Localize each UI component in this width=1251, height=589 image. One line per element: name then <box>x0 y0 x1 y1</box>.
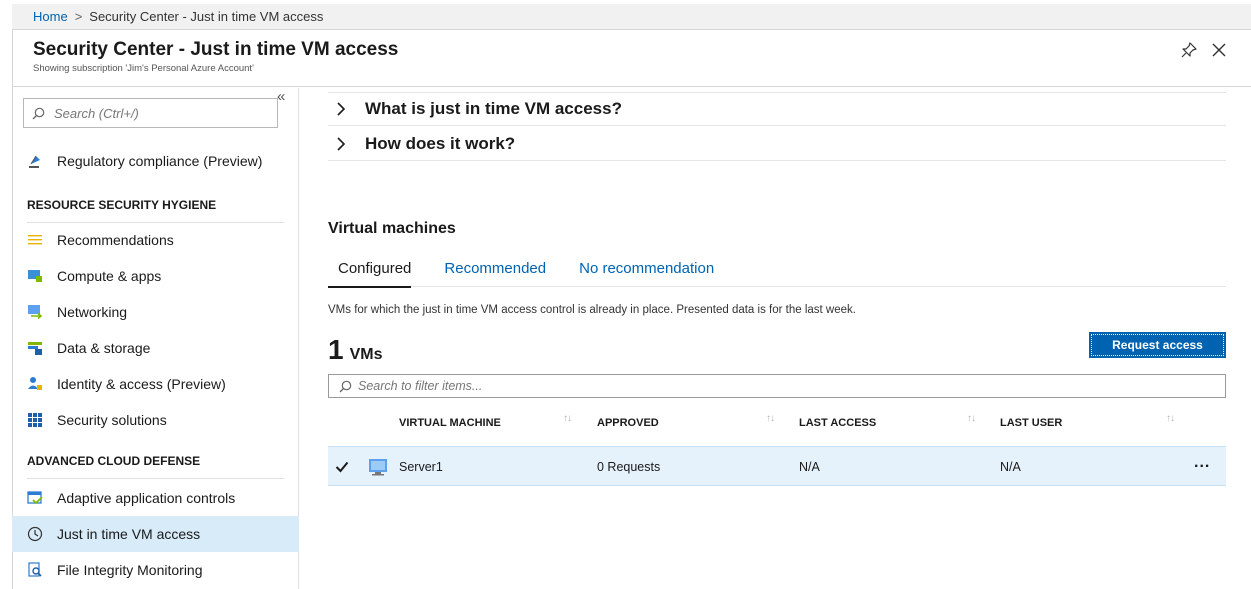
gavel-icon <box>27 153 43 169</box>
sidebar-item-label: File Integrity Monitoring <box>57 562 203 578</box>
breadcrumb-separator: > <box>74 9 83 24</box>
sidebar-item-label: Security solutions <box>57 412 167 428</box>
blade-header: Security Center - Just in time VM access… <box>12 31 1251 87</box>
pin-icon[interactable] <box>1180 41 1198 59</box>
sidebar-item-label: Regulatory compliance (Preview) <box>57 153 263 169</box>
sidebar-item-data-storage[interactable]: Data & storage <box>12 330 299 366</box>
sidebar-item-label: Identity & access (Preview) <box>57 376 226 392</box>
column-header-last-user[interactable]: LAST USER <box>1000 417 1062 429</box>
faq-label: How does it work? <box>365 133 516 153</box>
app-control-icon <box>27 490 43 506</box>
clock-icon <box>27 526 43 542</box>
page-title: Security Center - Just in time VM access <box>33 39 399 60</box>
vm-tabs: Configured Recommended No recommendation <box>328 260 737 288</box>
section-title-virtual-machines: Virtual machines <box>328 220 456 237</box>
more-options-icon[interactable]: ... <box>1194 454 1210 472</box>
tab-configured[interactable]: Configured <box>328 260 412 288</box>
main-content: What is just in time VM access? How does… <box>300 88 1251 589</box>
sidebar-item-label: Compute & apps <box>57 268 162 284</box>
file-monitor-icon <box>27 562 43 578</box>
section-advanced-cloud-defense: ADVANCED CLOUD DEFENSE <box>27 454 284 479</box>
section-resource-security-hygiene: RESOURCE SECURITY HYGIENE <box>27 198 284 223</box>
sidebar-item-networking[interactable]: Networking <box>12 294 299 330</box>
sidebar-item-file-integrity-monitoring[interactable]: File Integrity Monitoring <box>12 552 299 588</box>
cell-last-access: N/A <box>799 460 820 474</box>
sidebar-item-label: Just in time VM access <box>57 526 201 542</box>
filter-placeholder: Search to filter items... <box>358 379 483 393</box>
identity-icon <box>27 376 43 392</box>
tab-recommended[interactable]: Recommended <box>434 260 546 288</box>
tab-description: VMs for which the just in time VM access… <box>328 304 856 316</box>
breadcrumb: Home > Security Center - Just in time VM… <box>12 4 1251 30</box>
column-header-virtual-machine[interactable]: VIRTUAL MACHINE <box>399 417 501 429</box>
storage-icon <box>27 340 43 356</box>
sidebar: Search (Ctrl+/) « Regulatory compliance … <box>12 88 299 589</box>
faq-label: What is just in time VM access? <box>365 99 622 118</box>
sidebar-item-label: Adaptive application controls <box>57 490 236 506</box>
tab-no-recommendation[interactable]: No recommendation <box>569 260 714 288</box>
sidebar-item-label: Data & storage <box>57 340 151 356</box>
page-subtitle: Showing subscription 'Jim's Personal Azu… <box>33 63 254 74</box>
sort-icon[interactable]: ↑↓ <box>766 413 775 424</box>
sort-icon[interactable]: ↑↓ <box>1166 413 1175 424</box>
sidebar-item-label: Recommendations <box>57 232 174 248</box>
network-icon <box>27 304 43 320</box>
faq-what-is-jit[interactable]: What is just in time VM access? <box>328 92 1226 126</box>
cell-last-user: N/A <box>1000 460 1021 474</box>
breadcrumb-home-link[interactable]: Home <box>33 9 68 24</box>
vm-count: 1 VMs <box>328 334 382 366</box>
cell-vm-name[interactable]: Server1 <box>399 460 443 474</box>
search-icon <box>32 107 45 119</box>
sidebar-item-regulatory-compliance[interactable]: Regulatory compliance (Preview) <box>12 143 299 179</box>
chevron-right-icon <box>337 136 346 151</box>
sort-icon[interactable]: ↑↓ <box>967 413 976 424</box>
faq-how-does-it-work[interactable]: How does it work? <box>328 127 1226 161</box>
chevron-right-icon <box>337 102 346 116</box>
list-icon <box>27 232 43 248</box>
sidebar-item-identity-access[interactable]: Identity & access (Preview) <box>12 366 299 402</box>
column-header-last-access[interactable]: LAST ACCESS <box>799 417 876 429</box>
checkmark-icon[interactable] <box>335 460 349 474</box>
sidebar-item-label: Networking <box>57 304 128 320</box>
column-header-approved[interactable]: APPROVED <box>597 417 659 429</box>
grid-icon <box>27 412 43 428</box>
close-icon[interactable] <box>1210 41 1228 59</box>
filter-search-input[interactable]: Search to filter items... <box>328 374 1226 398</box>
sidebar-item-adaptive-application-controls[interactable]: Adaptive application controls <box>12 480 299 516</box>
sort-icon[interactable]: ↑↓ <box>563 413 572 424</box>
sidebar-item-security-solutions[interactable]: Security solutions <box>12 402 299 438</box>
vm-count-label: VMs <box>349 346 383 363</box>
sidebar-item-just-in-time-vm-access[interactable]: Just in time VM access <box>12 516 299 552</box>
sidebar-item-recommendations[interactable]: Recommendations <box>12 222 299 258</box>
sidebar-search-placeholder: Search (Ctrl+/) <box>54 105 139 121</box>
breadcrumb-current: Security Center - Just in time VM access <box>89 9 324 24</box>
collapse-sidebar-icon[interactable]: « <box>277 88 285 105</box>
sidebar-item-compute-apps[interactable]: Compute & apps <box>12 258 299 294</box>
request-access-button[interactable]: Request access <box>1089 332 1226 358</box>
compute-icon <box>27 268 43 284</box>
cell-approved: 0 Requests <box>597 460 661 474</box>
virtual-machine-icon <box>369 459 387 476</box>
table-row[interactable]: Server1 0 Requests N/A N/A ... <box>328 446 1226 486</box>
search-icon <box>339 380 352 392</box>
sidebar-search-input[interactable]: Search (Ctrl+/) <box>23 98 278 128</box>
vm-count-number: 1 <box>328 334 344 365</box>
